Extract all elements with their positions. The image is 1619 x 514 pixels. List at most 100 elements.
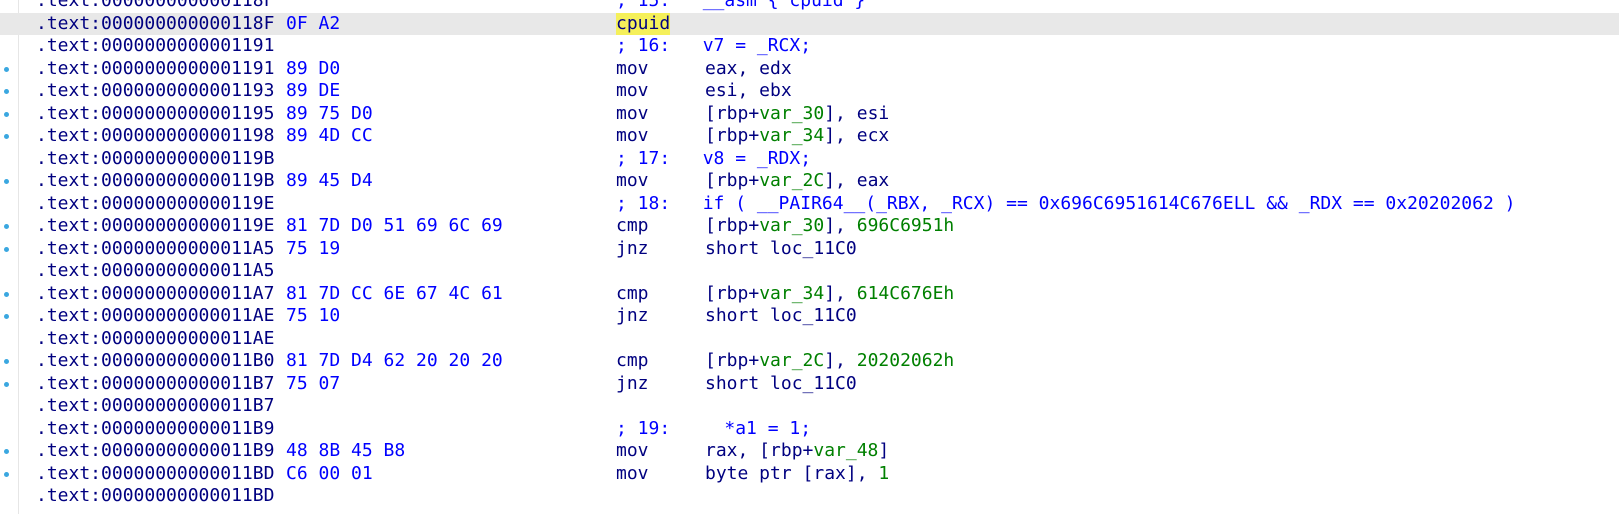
instruction-operands[interactable]: esi, ebx — [705, 80, 792, 103]
stack-variable[interactable]: var_2C — [759, 170, 824, 191]
stack-variable[interactable]: var_34 — [759, 283, 824, 304]
line-address[interactable]: .text:00000000000011A5 — [36, 260, 274, 283]
listing-line[interactable]: .text:00000000000011A5 75 19 jnz short loc_… — [0, 238, 1619, 261]
line-address[interactable]: .text:000000000000119E — [36, 215, 274, 238]
line-address[interactable]: .text:000000000000119B — [36, 148, 274, 171]
operand-text: ] — [878, 440, 890, 461]
line-address[interactable]: .text:0000000000001198 — [36, 125, 274, 148]
listing-line[interactable]: .text:00000000000011B7 75 07 jnz short loc_… — [0, 373, 1619, 396]
instruction-mnemonic[interactable]: mov — [616, 125, 649, 148]
instruction-operands[interactable]: [rbp+var_30], 696C6951h — [705, 215, 954, 238]
listing-line[interactable]: .text:00000000000011B7 — [0, 395, 1619, 418]
instruction-mnemonic[interactable]: mov — [616, 440, 649, 463]
line-address[interactable]: .text:00000000000011B7 — [36, 373, 274, 396]
instruction-mnemonic[interactable]: mov — [616, 58, 649, 81]
disassembly-view[interactable]: .text:000000000000118F ; 15: __asm { cpui… — [0, 0, 1619, 514]
line-address[interactable]: .text:0000000000001191 — [36, 58, 274, 81]
line-address[interactable]: .text:00000000000011A7 — [36, 283, 274, 306]
listing-line[interactable]: .text:000000000000119E ; 18: if ( __PAIR6… — [0, 193, 1619, 216]
instruction-operands[interactable]: short loc_11C0 — [705, 305, 857, 328]
instruction-mnemonic[interactable]: cmp — [616, 283, 649, 306]
pseudocode-comment: ; 18: if ( __PAIR64__(_RBX, _RCX) == 0x6… — [616, 192, 1516, 214]
line-address[interactable]: .text:00000000000011B9 — [36, 440, 274, 463]
line-address[interactable]: .text:0000000000001193 — [36, 80, 274, 103]
line-address[interactable]: .text:000000000000118F — [36, 0, 274, 13]
instruction-operands[interactable]: rax, [rbp+var_48] — [705, 440, 889, 463]
listing-line[interactable]: .text:00000000000011BD C6 00 01 mov byte pt… — [0, 463, 1619, 486]
instruction-operands[interactable]: [rbp+var_2C], eax — [705, 170, 889, 193]
instruction-mnemonic[interactable]: jnz — [616, 305, 649, 328]
listing-line[interactable]: .text:00000000000011B9 48 8B 45 B8 mov rax,… — [0, 440, 1619, 463]
breakpoint-dot-icon[interactable] — [4, 224, 9, 229]
line-address[interactable]: .text:00000000000011B0 — [36, 350, 274, 373]
instruction-operands[interactable]: [rbp+var_34], 614C676Eh — [705, 283, 954, 306]
breakpoint-dot-icon[interactable] — [4, 134, 9, 139]
breakpoint-dot-icon[interactable] — [4, 314, 9, 319]
breakpoint-dot-icon[interactable] — [4, 291, 9, 297]
line-address[interactable]: .text:000000000000119B — [36, 170, 274, 193]
breakpoint-dot-icon[interactable] — [4, 471, 9, 477]
listing-line[interactable]: .text:0000000000001193 89 DE mov esi, ebx — [0, 80, 1619, 103]
listing-line[interactable]: .text:00000000000011BD — [0, 485, 1619, 508]
stack-variable[interactable]: var_48 — [813, 440, 878, 461]
current-line[interactable]: .text:000000000000118F 0F A2 cpuid — [0, 12, 1619, 36]
instruction-operands[interactable]: [rbp+var_30], esi — [705, 103, 889, 126]
breakpoint-dot-icon[interactable] — [4, 449, 9, 454]
breakpoint-dot-icon[interactable] — [4, 111, 9, 117]
opcode-bytes: 81 7D D0 51 69 6C 69 — [286, 215, 503, 236]
line-address[interactable]: .text:0000000000001195 — [36, 103, 274, 126]
breakpoint-dot-icon[interactable] — [4, 246, 9, 252]
breakpoint-dot-icon[interactable] — [4, 179, 9, 184]
listing-line[interactable]: .text:0000000000001198 89 4D CC mov [rbp+va… — [0, 125, 1619, 148]
line-address[interactable]: .text:0000000000001191 — [36, 35, 274, 58]
stack-variable[interactable]: var_30 — [759, 103, 824, 124]
instruction-operands[interactable]: byte ptr [rax], 1 — [705, 463, 889, 486]
opcode-bytes: 89 75 D0 — [286, 102, 373, 124]
instruction-mnemonic[interactable]: mov — [616, 463, 649, 486]
listing-line[interactable]: .text:000000000000118F ; 15: __asm { cpui… — [0, 0, 1619, 13]
instruction-mnemonic[interactable]: cpuid — [616, 12, 671, 35]
instruction-mnemonic[interactable]: mov — [616, 170, 649, 193]
instruction-mnemonic[interactable]: mov — [616, 80, 649, 103]
breakpoint-dot-icon[interactable] — [4, 381, 9, 387]
stack-variable[interactable]: var_2C — [759, 350, 824, 371]
operand-text: eax, edx — [705, 57, 792, 79]
listing-line[interactable]: .text:00000000000011B9 ; 19: *a1 = 1; — [0, 418, 1619, 441]
breakpoint-dot-icon[interactable] — [4, 359, 9, 364]
listing-line[interactable]: .text:00000000000011AE 75 10 jnz short loc_… — [0, 305, 1619, 328]
listing-line[interactable]: .text:000000000000119E 81 7D D0 51 69 6C … — [0, 215, 1619, 238]
line-address[interactable]: .text:000000000000119E — [36, 193, 274, 216]
line-address[interactable]: .text:00000000000011B9 — [36, 418, 274, 441]
line-address[interactable]: .text:00000000000011AE — [36, 305, 274, 328]
listing-line[interactable]: .text:0000000000001195 89 75 D0 mov [rbp+va… — [0, 103, 1619, 126]
line-address[interactable]: .text:00000000000011BD — [36, 463, 274, 486]
line-address[interactable]: .text:000000000000118F — [36, 13, 274, 36]
listing-line[interactable]: .text:000000000000119B ; 17: v8 = _RDX; — [0, 148, 1619, 171]
instruction-mnemonic[interactable]: cmp — [616, 350, 649, 373]
line-address[interactable]: .text:00000000000011A5 — [36, 238, 274, 261]
instruction-operands[interactable]: [rbp+var_34], ecx — [705, 125, 889, 148]
instruction-operands[interactable]: short loc_11C0 — [705, 238, 857, 261]
line-address[interactable]: .text:00000000000011AE — [36, 328, 274, 351]
instruction-operands[interactable]: short loc_11C0 — [705, 373, 857, 396]
operand-text: ], — [824, 350, 857, 371]
listing-line[interactable]: .text:0000000000001191 89 D0 mov eax, edx — [0, 58, 1619, 81]
stack-variable[interactable]: var_34 — [759, 125, 824, 146]
listing-line[interactable]: .text:00000000000011B0 81 7D D4 62 20 20 … — [0, 350, 1619, 373]
listing-line[interactable]: .text:00000000000011A7 81 7D CC 6E 67 4C … — [0, 283, 1619, 306]
instruction-mnemonic[interactable]: mov — [616, 103, 649, 126]
listing-line[interactable]: .text:0000000000001191 ; 16: v7 = _RCX; — [0, 35, 1619, 58]
listing-line[interactable]: .text:00000000000011A5 — [0, 260, 1619, 283]
listing-line[interactable]: .text:00000000000011AE — [0, 328, 1619, 351]
listing-line[interactable]: .text:000000000000119B 89 45 D4 mov [rbp+va… — [0, 170, 1619, 193]
stack-variable[interactable]: var_30 — [759, 215, 824, 236]
instruction-mnemonic[interactable]: jnz — [616, 238, 649, 261]
instruction-mnemonic[interactable]: cmp — [616, 215, 649, 238]
breakpoint-dot-icon[interactable] — [4, 66, 9, 72]
line-address[interactable]: .text:00000000000011B7 — [36, 395, 274, 418]
instruction-mnemonic[interactable]: jnz — [616, 373, 649, 396]
breakpoint-dot-icon[interactable] — [4, 89, 9, 94]
instruction-operands[interactable]: [rbp+var_2C], 20202062h — [705, 350, 954, 373]
instruction-operands[interactable]: eax, edx — [705, 58, 792, 81]
line-address[interactable]: .text:00000000000011BD — [36, 485, 274, 508]
